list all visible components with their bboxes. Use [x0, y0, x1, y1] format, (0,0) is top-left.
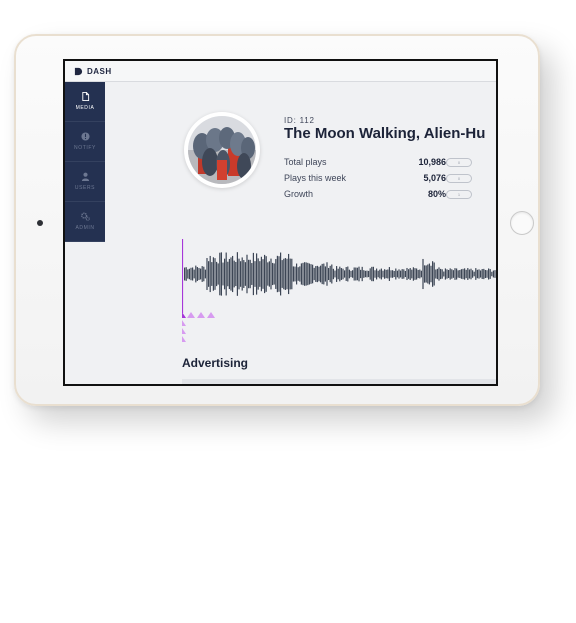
app-screen: DASH MEDIA NOTIFY USERS ADMIN ID: 112 Th…: [63, 59, 498, 386]
cue-marker[interactable]: [187, 312, 195, 318]
stat-value: 80%: [427, 189, 446, 199]
cue-marker[interactable]: [182, 336, 186, 342]
alert-icon: [80, 132, 90, 141]
dash-logo-icon: [74, 67, 83, 75]
artwork-image: [188, 116, 256, 184]
stat-row-total-plays: Total plays 10,986 0: [284, 157, 484, 169]
sidebar-item-label: MEDIA: [75, 105, 95, 111]
sidebar-item-label: USERS: [74, 185, 96, 191]
cue-marker[interactable]: [182, 320, 186, 326]
stat-row-plays-week: Plays this week 5,076 0: [284, 173, 484, 185]
content-area: [182, 379, 496, 384]
sidebar-item-media[interactable]: MEDIA: [65, 82, 105, 122]
waveform-bars: [184, 252, 496, 296]
sidebar-item-users[interactable]: USERS: [65, 162, 105, 202]
tablet-camera: [37, 220, 43, 226]
brand-name: DASH: [87, 66, 112, 76]
document-icon: [81, 92, 89, 101]
stat-row-growth: Growth 80% 1: [284, 189, 484, 201]
sidebar-item-admin[interactable]: ADMIN: [65, 202, 105, 242]
home-button[interactable]: [510, 211, 534, 235]
sidebar-item-label: NOTIFY: [74, 145, 96, 151]
cue-marker[interactable]: [207, 312, 215, 318]
track-artwork: [184, 112, 260, 188]
stat-value: 10,986: [418, 157, 446, 167]
sidebar-item-notify[interactable]: NOTIFY: [65, 122, 105, 162]
stat-toggle[interactable]: 1: [446, 190, 472, 199]
cue-marker[interactable]: [182, 328, 186, 334]
stat-label: Total plays: [284, 157, 327, 167]
stat-label: Growth: [284, 189, 314, 199]
sidebar-item-label: ADMIN: [75, 225, 95, 231]
track-title: The Moon Walking, Alien-Hu: [284, 125, 486, 142]
cue-marker[interactable]: [197, 312, 205, 318]
user-icon: [81, 172, 89, 181]
stat-value: 5,076: [423, 173, 446, 183]
tablet-device: DASH MEDIA NOTIFY USERS ADMIN ID: 112 Th…: [14, 34, 540, 406]
sidebar: MEDIA NOTIFY USERS ADMIN: [65, 82, 105, 242]
section-title-advertising: Advertising: [182, 356, 249, 370]
audio-waveform[interactable]: [182, 239, 498, 343]
gears-icon: [80, 212, 90, 221]
top-bar: DASH: [65, 61, 496, 82]
stat-toggle[interactable]: 0: [446, 158, 472, 167]
track-id: ID: 112: [284, 116, 315, 125]
stat-toggle[interactable]: 0: [446, 174, 472, 183]
stat-label: Plays this week: [284, 173, 347, 183]
